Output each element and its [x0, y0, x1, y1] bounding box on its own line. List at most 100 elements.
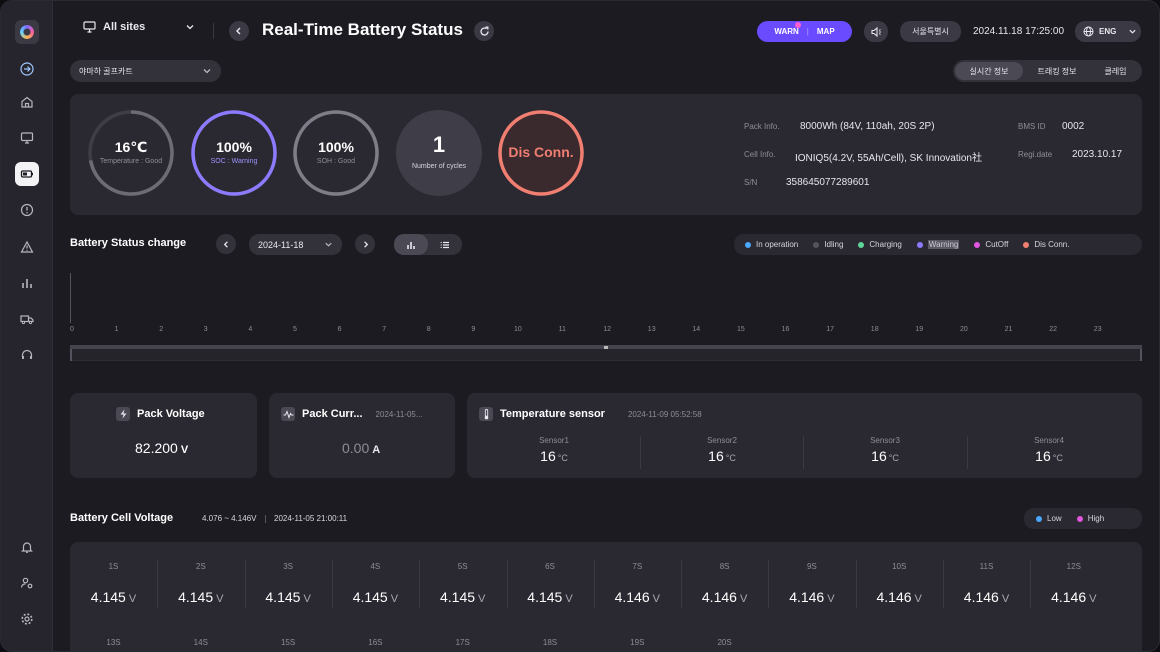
- legend-dot: [1076, 515, 1083, 522]
- cell-name: 7S: [632, 562, 643, 571]
- cell-voltage-range: 4.076 ~ 4.146V: [202, 514, 257, 523]
- divider: [943, 560, 944, 608]
- cell-name: 12S: [1066, 562, 1081, 571]
- cell-unit: V: [303, 593, 311, 605]
- legend-label: In operation: [756, 240, 799, 249]
- pack-voltage-header: Pack Voltage: [116, 407, 205, 421]
- pack-current-title: Pack Curr...: [302, 408, 363, 420]
- sidebar-item-vehicles[interactable]: [15, 307, 39, 331]
- sensor-value: 16 °C: [640, 448, 804, 464]
- chevron-left-icon: [223, 240, 228, 248]
- pack-current-timestamp: 2024-11-05...: [375, 409, 423, 419]
- temperature-sensor-header: Temperature sensor 2024-11-09 05:52:58: [479, 407, 702, 421]
- timeline-tick-label: 6: [337, 326, 342, 333]
- warn-map-toggle[interactable]: WARN | MAP: [757, 21, 852, 42]
- sidebar-item-monitor[interactable]: [15, 126, 39, 150]
- cell-value: 4.146 V: [856, 589, 943, 605]
- cycles-value: 1: [432, 132, 446, 157]
- gear-icon: [21, 613, 33, 625]
- pack-current-header: Pack Curr... 2024-11-05...: [281, 407, 423, 421]
- legend-label: Warning: [927, 240, 960, 249]
- sidebar-item-settings[interactable]: [15, 607, 39, 631]
- language-value: ENG: [1099, 27, 1117, 36]
- city-button[interactable]: 서울특별시: [900, 21, 961, 42]
- next-date-button[interactable]: [355, 234, 375, 254]
- app-logo[interactable]: [15, 20, 39, 44]
- divider: [593, 560, 595, 608]
- arrow-right-icon: [20, 62, 34, 76]
- refresh-button[interactable]: [474, 21, 494, 41]
- cell-name: 9S: [806, 562, 817, 571]
- sidebar-item-support[interactable]: [15, 343, 39, 367]
- prev-date-button[interactable]: [216, 234, 236, 254]
- cell-value: 4.146 V: [1030, 589, 1117, 605]
- cell-item: 8S 4.146 V: [681, 562, 768, 605]
- legend-warning: Warning: [916, 240, 960, 249]
- sidebar-item-notifications[interactable]: [15, 535, 39, 559]
- connection-status: Dis Conn.: [498, 110, 584, 196]
- tab-claim[interactable]: 클레임: [1091, 62, 1140, 80]
- sensor-name: Sensor4: [1034, 436, 1064, 445]
- cell-name: 10S: [892, 562, 907, 571]
- cell-item: 19S: [594, 638, 681, 647]
- sensor-name: Sensor2: [707, 436, 737, 445]
- vehicle-select-value: 야마하 골프카트: [79, 66, 133, 76]
- cell-item: 3S 4.145 V: [245, 562, 332, 605]
- sensor-value: 16 °C: [472, 448, 636, 464]
- language-select[interactable]: ENG: [1075, 21, 1141, 42]
- sidebar-item-alerts[interactable]: [15, 198, 39, 222]
- cell-value: 4.145 V: [70, 589, 157, 605]
- timeline-tick-label: 12: [603, 326, 611, 333]
- cell-value: 4.145 V: [332, 589, 419, 605]
- sidebar-item-analytics[interactable]: [15, 271, 39, 295]
- sidebar-item-warnings[interactable]: [15, 235, 39, 259]
- sidebar-item-home[interactable]: [15, 90, 39, 114]
- sidebar-expand-button[interactable]: [15, 57, 39, 81]
- scrollbar-thumb[interactable]: [604, 346, 608, 349]
- legend-high: High: [1076, 514, 1105, 523]
- cell-number: 4.146: [963, 589, 999, 605]
- map-label[interactable]: MAP: [817, 27, 835, 36]
- cell-name: 5S: [457, 562, 468, 571]
- cell-unit: V: [914, 593, 922, 605]
- sensor-item: Sensor4 16 °C: [967, 436, 1131, 469]
- refresh-icon: [479, 26, 489, 36]
- back-button[interactable]: [229, 21, 249, 41]
- tab-realtime[interactable]: 실시간 정보: [955, 62, 1023, 80]
- scrollbar-end-handle[interactable]: [1140, 349, 1142, 361]
- pack-voltage-card: Pack Voltage 82.200 V: [70, 393, 257, 478]
- sound-button[interactable]: [864, 21, 888, 42]
- chevron-down-icon: [1129, 29, 1136, 34]
- warn-label[interactable]: WARN: [774, 27, 798, 36]
- timeline-tick-label: 17: [826, 326, 834, 333]
- legend-dot: [858, 241, 865, 248]
- pack-info-label: Pack Info.: [744, 122, 780, 131]
- pack-current-card: Pack Curr... 2024-11-05... 0.00 A: [269, 393, 455, 478]
- sensor-item: Sensor3 16 °C: [803, 436, 967, 469]
- home-icon: [21, 96, 33, 108]
- sensor-name: Sensor1: [539, 436, 569, 445]
- speaker-icon: [870, 26, 881, 37]
- timeline-tick-label: 18: [870, 326, 879, 333]
- sidebar-item-battery[interactable]: [15, 162, 39, 186]
- date-select[interactable]: 2024-11-18: [249, 234, 342, 255]
- legend-dot: [745, 241, 751, 248]
- list-view-button[interactable]: [428, 234, 462, 255]
- scrollbar-start-handle[interactable]: [70, 349, 72, 361]
- cell-number: 4.146: [1051, 589, 1087, 605]
- temperature-value: 16℃: [114, 139, 148, 155]
- chart-view-button[interactable]: [394, 234, 428, 255]
- legend-label: High: [1087, 514, 1105, 523]
- pack-voltage-value: 82.200 V: [135, 440, 188, 456]
- legend-dot: [1036, 515, 1042, 522]
- tab-tracking[interactable]: 트래킹 정보: [1023, 62, 1091, 80]
- site-select[interactable]: All sites: [83, 21, 195, 33]
- sidebar-item-users[interactable]: [15, 571, 39, 595]
- sensor-item: Sensor2 16 °C: [640, 436, 804, 469]
- timeline-tick-label: 16: [781, 326, 790, 333]
- vehicle-select[interactable]: 야마하 골프카트: [70, 60, 221, 82]
- cell-item: 13S: [70, 638, 157, 647]
- cell-name: 1S: [108, 562, 119, 571]
- divider: [157, 560, 159, 608]
- temperature-sensor-card: Temperature sensor 2024-11-09 05:52:58 S…: [467, 393, 1142, 478]
